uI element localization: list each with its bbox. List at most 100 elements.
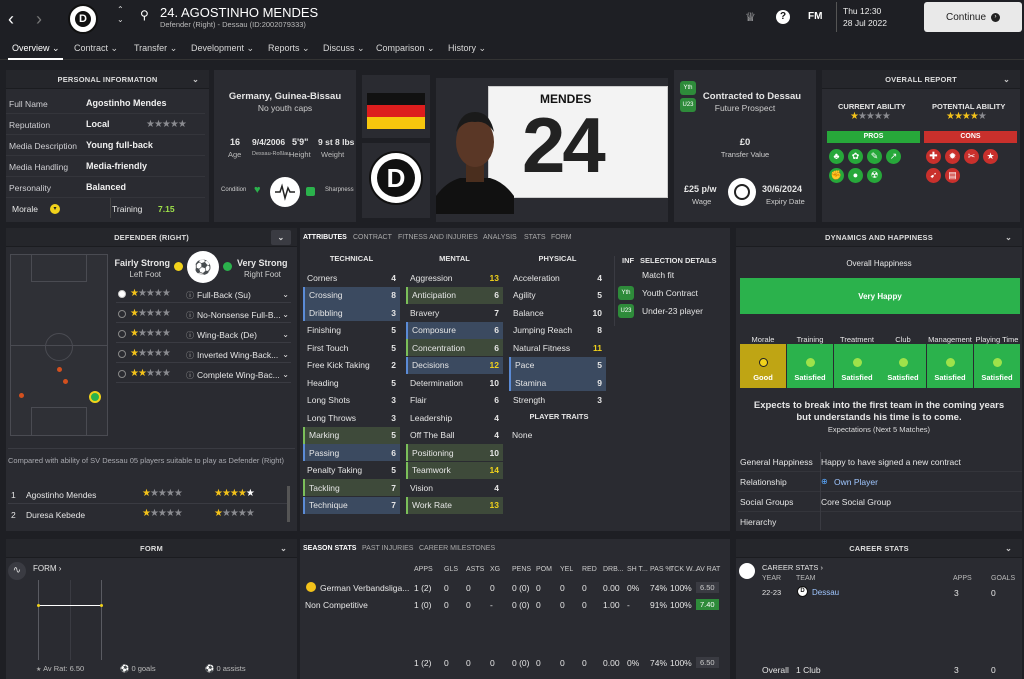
con-trait-icon[interactable]: ✹ [945, 149, 960, 164]
attribute-row[interactable]: Free Kick Taking 2 [303, 357, 400, 374]
attribute-row[interactable]: First Touch 5 [303, 339, 400, 356]
tab-comparison[interactable]: Comparison ⌄ [376, 43, 435, 54]
chevron-down-icon[interactable]: ⌄ [282, 370, 289, 379]
tab-season-stats[interactable]: SEASON STATS [303, 545, 356, 552]
role-row[interactable]: ★★★★★ ⓘ Inverted Wing-Back... ⌄ [116, 347, 291, 363]
attribute-row[interactable]: Flair 6 [406, 392, 503, 409]
pro-trait-icon[interactable]: ✊ [829, 168, 844, 183]
tab-past-injuries[interactable]: PAST INJURIES [362, 545, 413, 552]
chevron-down-icon[interactable]: ⌄ [271, 230, 291, 245]
dynamics-header[interactable]: DYNAMICS AND HAPPINESS ⌄ [736, 228, 1022, 247]
attribute-row[interactable]: Heading 5 [303, 374, 400, 391]
tab-development[interactable]: Development ⌄ [191, 43, 254, 54]
form-graph-icon[interactable]: ∿ [8, 562, 26, 580]
con-trait-icon[interactable]: ✚ [926, 149, 941, 164]
attribute-row[interactable]: Stamina 9 [509, 374, 606, 391]
attribute-row[interactable]: Natural Fitness 11 [509, 339, 606, 356]
attribute-row[interactable]: Pace 5 [509, 356, 606, 374]
attribute-row[interactable]: Jumping Reach 8 [509, 322, 606, 339]
role-radio-icon[interactable] [118, 310, 126, 318]
overall-report-header[interactable]: OVERALL REPORT ⌄ [822, 70, 1020, 89]
attribute-row[interactable]: Corners 4 [303, 269, 400, 286]
season-stats-row[interactable]: Non Competitive 1 (0) 0 0-0 (0) 0 0 0 1.00-91% 1… [304, 597, 724, 613]
pro-trait-icon[interactable]: ↗ [886, 149, 901, 164]
info-icon[interactable]: ⓘ [186, 330, 194, 341]
season-column-header[interactable]: PENS [512, 566, 531, 573]
comparison-row[interactable]: 1 Agostinho Mendes ★★★★★ ★★★★★ [8, 486, 288, 504]
season-stats-row[interactable]: 1 (2) 0 0 0 0 (0) 0 0 0 0.00 0% 74% 100% 6.50 [304, 655, 724, 671]
pro-trait-icon[interactable]: ♣ [829, 149, 844, 164]
fm-logo[interactable]: FM [808, 11, 822, 22]
season-column-header[interactable]: ASTS [466, 566, 484, 573]
fitness-pulse-icon[interactable] [270, 177, 300, 207]
form-link[interactable]: FORM › [33, 564, 61, 573]
attribute-row[interactable]: Long Throws 3 [303, 409, 400, 426]
attribute-row[interactable]: Dribbling 3 [303, 304, 400, 321]
relationship-row[interactable]: Relationship ⊕ Own Player [738, 472, 1022, 492]
career-stats-header[interactable]: CAREER STATS ⌄ [736, 539, 1022, 558]
tab-career-milestones[interactable]: CAREER MILESTONES [419, 545, 495, 552]
attribute-row[interactable]: Acceleration 4 [509, 269, 606, 286]
playing-time-cell[interactable]: Satisfied [974, 344, 1020, 388]
tab-analysis[interactable]: ANALYSIS [483, 234, 517, 241]
season-column-header[interactable]: TCK W... [670, 566, 698, 573]
personal-info-header[interactable]: PERSONAL INFORMATION ⌄ [6, 70, 209, 89]
attribute-row[interactable]: Bravery 7 [406, 304, 503, 321]
role-row[interactable]: ★★★★★ ⓘ Complete Wing-Bac... ⌄ [116, 367, 291, 383]
attribute-row[interactable]: Strength 3 [509, 392, 606, 409]
back-icon[interactable]: ‹ [8, 9, 14, 30]
tab-history[interactable]: History ⌄ [448, 43, 486, 54]
competition-name[interactable]: German Verbandsliga... [320, 583, 409, 593]
tab-transfer[interactable]: Transfer ⌄ [134, 43, 177, 54]
pro-trait-icon[interactable]: ● [848, 168, 863, 183]
info-icon[interactable]: ⓘ [186, 290, 194, 301]
selected-position-dot[interactable] [89, 391, 101, 403]
attribute-row[interactable]: Long Shots 3 [303, 392, 400, 409]
chevron-down-icon[interactable]: ⌄ [282, 310, 289, 319]
chevron-down-icon[interactable]: ⌄ [1005, 544, 1012, 553]
attribute-row[interactable]: Work Rate 13 [406, 496, 503, 514]
attribute-row[interactable]: Technique 7 [303, 496, 400, 514]
attribute-row[interactable]: Agility 5 [509, 287, 606, 304]
help-icon[interactable]: ? [776, 10, 790, 24]
tab-contract[interactable]: Contract ⌄ [74, 43, 118, 54]
con-trait-icon[interactable]: ▤ [945, 168, 960, 183]
season-column-header[interactable]: AV RAT [696, 566, 720, 573]
training-cell[interactable]: Satisfied [787, 344, 833, 388]
info-icon[interactable]: ⓘ [186, 310, 194, 321]
attribute-row[interactable]: Penalty Taking 5 [303, 462, 400, 479]
career-team[interactable]: Dessau [812, 588, 839, 597]
attribute-row[interactable]: Crossing 8 [303, 286, 400, 304]
season-column-header[interactable]: GLS [444, 566, 458, 573]
player-switch-icon[interactable]: ⌃ ⌄ [117, 5, 124, 25]
season-column-header[interactable]: XG [490, 566, 500, 573]
form-header[interactable]: FORM ⌄ [6, 539, 297, 558]
chevron-down-icon[interactable]: ⌄ [1005, 233, 1012, 242]
info-icon[interactable]: ⓘ [186, 350, 194, 361]
chevron-down-icon[interactable]: ⌄ [282, 290, 289, 299]
career-stats-link[interactable]: CAREER STATS › [762, 563, 823, 572]
morale-cell[interactable]: Good [740, 344, 786, 388]
comparison-row[interactable]: 2 Duresa Kebede ★★★★★ ★★★★★ [8, 506, 288, 524]
tab-discuss[interactable]: Discuss ⌄ [323, 43, 365, 54]
attribute-row[interactable]: Marking 5 [303, 426, 400, 444]
treatment-cell[interactable]: Satisfied [834, 344, 880, 388]
role-radio-icon[interactable] [118, 370, 126, 378]
role-radio-icon[interactable] [118, 330, 126, 338]
contract-clock-icon[interactable] [728, 178, 756, 206]
trophy-icon[interactable]: ♕ [745, 10, 756, 24]
tab-reports[interactable]: Reports ⌄ [268, 43, 310, 54]
pro-trait-icon[interactable]: ☢ [867, 168, 882, 183]
season-stats-row[interactable]: German Verbandsliga... 1 (2) 0 0 0 0 (0) 0 0 0 0.… [304, 580, 724, 596]
role-radio-icon[interactable] [118, 350, 126, 358]
attribute-row[interactable]: Teamwork 14 [406, 461, 503, 479]
attribute-row[interactable]: Vision 4 [406, 479, 503, 496]
season-column-header[interactable]: PAS % [650, 566, 672, 573]
role-row[interactable]: ★★★★★ ⓘ Wing-Back (De) ⌄ [116, 327, 291, 343]
con-trait-icon[interactable]: ★ [983, 149, 998, 164]
pro-trait-icon[interactable]: ✎ [867, 149, 882, 164]
season-column-header[interactable]: YEL [560, 566, 573, 573]
attribute-row[interactable]: Balance 10 [509, 304, 606, 321]
morale-icon[interactable]: ▾ [50, 204, 60, 214]
chevron-down-icon[interactable]: ⌄ [280, 544, 287, 553]
